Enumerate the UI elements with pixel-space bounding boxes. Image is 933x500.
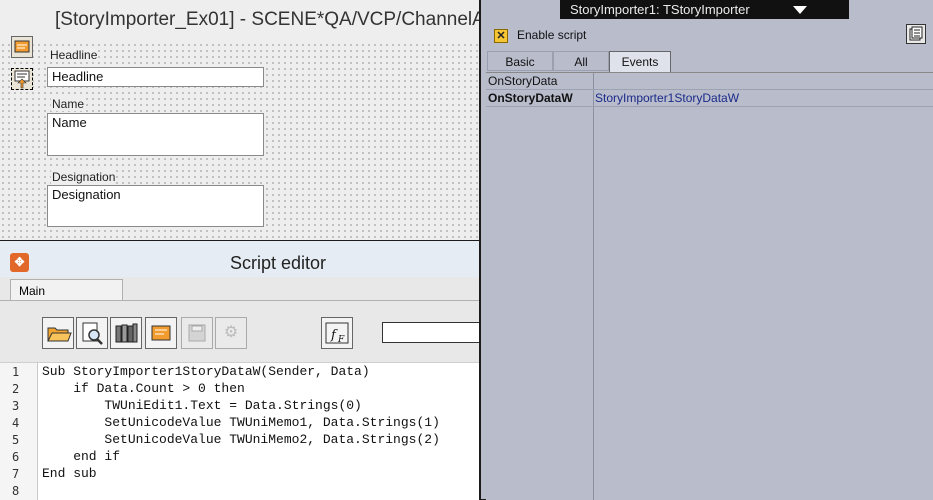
tab-main[interactable]: Main: [10, 279, 123, 301]
event-name: OnStoryData: [488, 74, 558, 88]
component-selector-label: StoryImporter1: TStoryImporter: [570, 2, 750, 17]
script-editor-titlebar: ✥ Script editor: [0, 241, 479, 277]
open-folder-icon[interactable]: [42, 317, 74, 349]
settings-icon[interactable]: ⚙: [215, 317, 247, 349]
svg-text:F: F: [337, 335, 345, 345]
property-inspector: StoryImporter1: TStoryImporter ✕ Enable …: [481, 0, 933, 500]
dropdown-arrow-icon[interactable]: [793, 6, 807, 14]
event-handler[interactable]: StoryImporter1StoryDataW: [595, 91, 739, 105]
line-number: 2: [12, 382, 20, 396]
event-row[interactable]: OnStoryData: [486, 73, 933, 90]
event-name: OnStoryDataW: [488, 91, 573, 105]
name-memo[interactable]: Name: [47, 113, 264, 156]
code-line[interactable]: if Data.Count > 0 then: [42, 381, 245, 396]
inspector-options-icon[interactable]: [906, 24, 926, 44]
tab-main-label: Main: [19, 284, 46, 298]
code-line[interactable]: SetUnicodeValue TWUniMemo1, Data.Strings…: [42, 415, 439, 430]
name-label: Name: [51, 97, 86, 111]
line-number: 6: [12, 450, 20, 464]
code-line[interactable]: end if: [42, 449, 120, 464]
form-component-icon[interactable]: [11, 36, 33, 58]
line-number: 1: [12, 365, 20, 379]
headline-field[interactable]: Headline: [47, 67, 264, 87]
tab-all[interactable]: All: [553, 51, 609, 71]
designer-titlebar: [StoryImporter_Ex01] - SCENE*QA/VCP/Chan…: [0, 0, 479, 40]
code-line[interactable]: TWUniEdit1.Text = Data.Strings(0): [42, 398, 361, 413]
script-editor-app-icon: ✥: [10, 253, 29, 272]
events-table: OnStoryData OnStoryDataW StoryImporter1S…: [486, 72, 933, 500]
script-editor-title: Script editor: [230, 253, 327, 273]
event-row[interactable]: OnStoryDataW StoryImporter1StoryDataW: [486, 90, 933, 107]
line-number: 4: [12, 416, 20, 430]
story-importer-icon[interactable]: [11, 68, 33, 90]
code-line[interactable]: SetUnicodeValue TWUniMemo2, Data.Strings…: [42, 432, 439, 447]
function-icon[interactable]: fF: [321, 317, 353, 349]
line-number: 3: [12, 399, 20, 413]
designer-title: [StoryImporter_Ex01] - SCENE*QA/VCP/Chan…: [55, 9, 479, 30]
line-number: 5: [12, 433, 20, 447]
code-line[interactable]: Sub StoryImporter1StoryDataW(Sender, Dat…: [42, 364, 370, 379]
component-selector[interactable]: StoryImporter1: TStoryImporter: [560, 0, 849, 19]
enable-script-label: Enable script: [517, 28, 587, 42]
code-editor[interactable]: 1 Sub StoryImporter1StoryDataW(Sender, D…: [0, 362, 479, 500]
tabstrip-divider: [0, 300, 479, 301]
line-number: 7: [12, 467, 20, 481]
script-editor-window: ✥ Script editor Main ⚙ fF 1 Sub StoryImp…: [0, 241, 479, 500]
form-designer[interactable]: [StoryImporter_Ex01] - SCENE*QA/VCP/Chan…: [0, 0, 479, 240]
tab-events[interactable]: Events: [609, 51, 671, 72]
designation-label: Designation: [51, 170, 117, 184]
tab-basic[interactable]: Basic: [487, 51, 553, 71]
line-number: 8: [12, 484, 20, 498]
code-line[interactable]: End sub: [42, 466, 97, 481]
enable-script-checkbox[interactable]: ✕: [494, 29, 508, 43]
headline-label: Headline: [49, 48, 99, 62]
save-icon[interactable]: [181, 317, 213, 349]
designation-memo[interactable]: Designation: [47, 185, 264, 227]
search-input[interactable]: [382, 322, 479, 343]
form-icon[interactable]: [145, 317, 177, 349]
events-column-divider: [593, 73, 594, 500]
find-icon[interactable]: [76, 317, 108, 349]
library-icon[interactable]: [110, 317, 142, 349]
